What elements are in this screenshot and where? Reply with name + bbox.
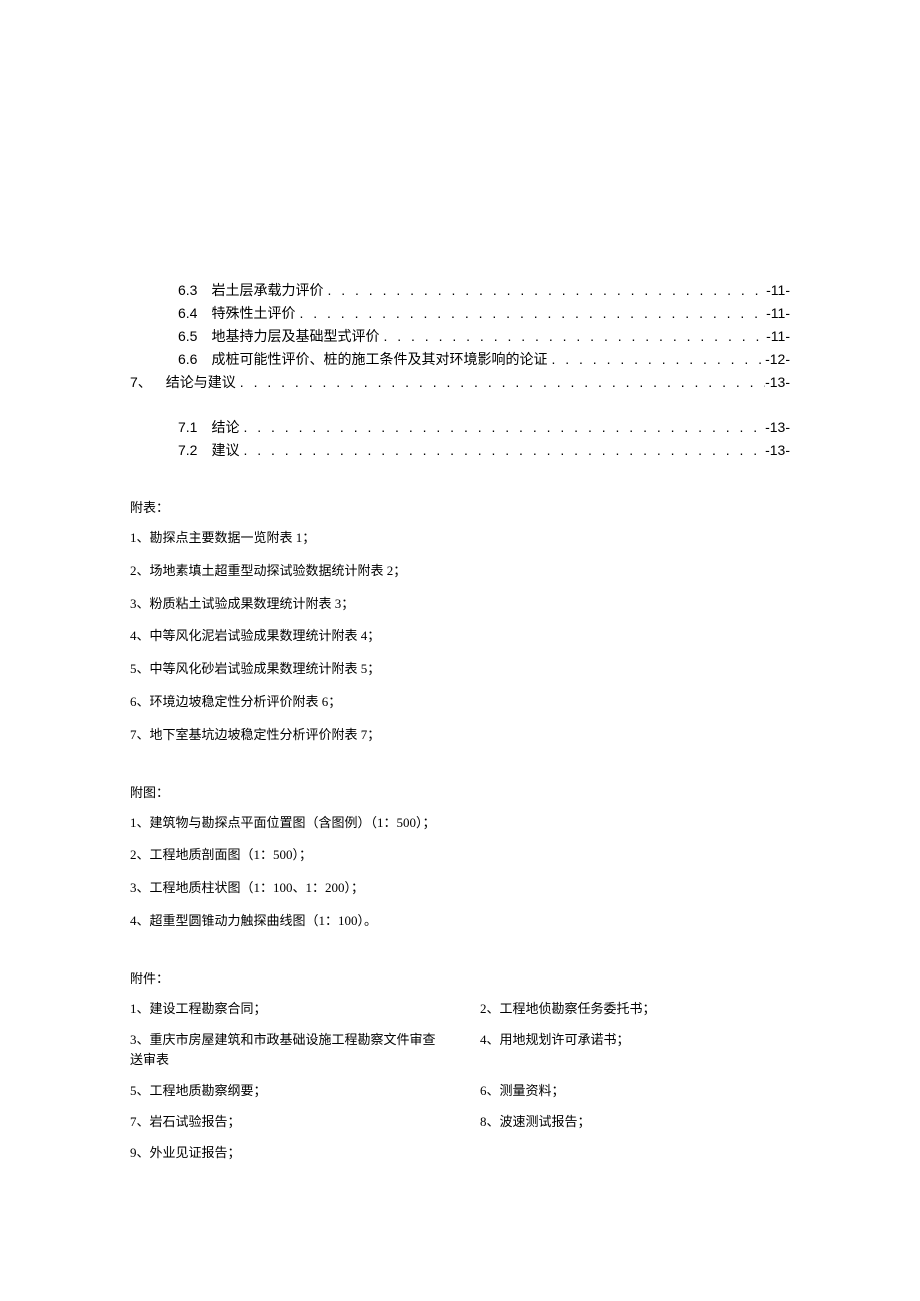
toc-page: -13- — [765, 440, 790, 461]
toc-leader — [379, 326, 766, 347]
toc-title: 特殊性土评价 — [211, 303, 295, 324]
toc-number: 6.4 — [178, 303, 197, 324]
list-item: 2、场地素填土超重型动探试验数据统计附表 2； — [130, 561, 790, 582]
toc-number: 7.1 — [178, 417, 197, 438]
list-item: 1、勘探点主要数据一览附表 1； — [130, 528, 790, 549]
toc-entry: 7.1 结论 -13- — [130, 417, 790, 438]
toc-number: 6.6 — [178, 349, 197, 370]
list-item: 9、外业见证报告； — [130, 1143, 440, 1164]
toc-page: -13- — [765, 417, 790, 438]
toc-page: -11- — [766, 303, 790, 324]
table-of-contents: 6.3 岩土层承载力评价 -11- 6.4 特殊性土评价 -11- 6.5 地基… — [130, 280, 790, 461]
appendix-attachments-section: 附件： 1、建设工程勘察合同； 2、工程地侦勘察任务委托书； 3、重庆市房屋建筑… — [130, 968, 790, 1174]
toc-entry: 7.2 建议 -13- — [130, 440, 790, 461]
toc-leader — [236, 372, 765, 393]
list-item: 2、工程地质剖面图（1：500）； — [130, 845, 790, 866]
toc-title: 结论 — [211, 417, 239, 438]
list-item: 5、中等风化砂岩试验成果数理统计附表 5； — [130, 659, 790, 680]
list-item: 6、测量资料； — [480, 1081, 790, 1102]
toc-number: 7.2 — [178, 440, 197, 461]
toc-entry: 6.5 地基持力层及基础型式评价 -11- — [130, 326, 790, 347]
list-item: 6、环境边坡稳定性分析评价附表 6； — [130, 692, 790, 713]
attachments-grid: 1、建设工程勘察合同； 2、工程地侦勘察任务委托书； 3、重庆市房屋建筑和市政基… — [130, 999, 790, 1174]
toc-number: 6.3 — [178, 280, 197, 301]
section-heading: 附图： — [130, 782, 790, 801]
list-item: 7、岩石试验报告； — [130, 1112, 440, 1133]
list-item: 3、工程地质柱状图（1：100、1：200）； — [130, 878, 790, 899]
list-item: 4、用地规划许可承诺书； — [480, 1030, 790, 1072]
appendix-figures-section: 附图： 1、建筑物与勘探点平面位置图（含图例）（1：500）； 2、工程地质剖面… — [130, 782, 790, 932]
toc-page: -11- — [766, 280, 790, 301]
list-item: 7、地下室基坑边坡稳定性分析评价附表 7； — [130, 725, 790, 746]
toc-title: 建议 — [211, 440, 239, 461]
toc-entry: 6.3 岩土层承载力评价 -11- — [130, 280, 790, 301]
toc-number: 7、 — [130, 372, 152, 393]
toc-leader — [323, 280, 766, 301]
toc-page: -12- — [765, 349, 790, 370]
toc-title: 岩土层承载力评价 — [211, 280, 323, 301]
toc-number: 6.5 — [178, 326, 197, 347]
toc-leader — [239, 440, 765, 461]
toc-leader — [547, 349, 765, 370]
list-item: 3、重庆市房屋建筑和市政基础设施工程勘察文件审查送审表 — [130, 1030, 440, 1072]
list-item: 4、超重型圆锥动力触探曲线图（1：100）。 — [130, 911, 790, 932]
toc-entry: 6.4 特殊性土评价 -11- — [130, 303, 790, 324]
toc-page: -11- — [766, 326, 790, 347]
list-item: 4、中等风化泥岩试验成果数理统计附表 4； — [130, 626, 790, 647]
list-item: 5、工程地质勘察纲要； — [130, 1081, 440, 1102]
toc-title: 地基持力层及基础型式评价 — [211, 326, 379, 347]
toc-title: 结论与建议 — [166, 372, 236, 393]
list-item: 1、建设工程勘察合同； — [130, 999, 440, 1020]
section-heading: 附件： — [130, 968, 790, 987]
list-item: 1、建筑物与勘探点平面位置图（含图例）（1：500）； — [130, 813, 790, 834]
section-heading: 附表： — [130, 497, 790, 516]
list-item: 8、波速测试报告； — [480, 1112, 790, 1133]
appendix-tables-section: 附表： 1、勘探点主要数据一览附表 1； 2、场地素填土超重型动探试验数据统计附… — [130, 497, 790, 746]
toc-page: -13- — [765, 372, 790, 393]
toc-title: 成桩可能性评价、桩的施工条件及其对环境影响的论证 — [211, 349, 547, 370]
toc-leader — [295, 303, 766, 324]
list-item: 2、工程地侦勘察任务委托书； — [480, 999, 790, 1020]
toc-entry: 6.6 成桩可能性评价、桩的施工条件及其对环境影响的论证 -12- — [130, 349, 790, 370]
toc-entry: 7、 结论与建议 -13- — [130, 372, 790, 393]
toc-leader — [239, 417, 765, 438]
toc-spacer — [130, 395, 790, 417]
list-item: 3、粉质粘土试验成果数理统计附表 3； — [130, 594, 790, 615]
